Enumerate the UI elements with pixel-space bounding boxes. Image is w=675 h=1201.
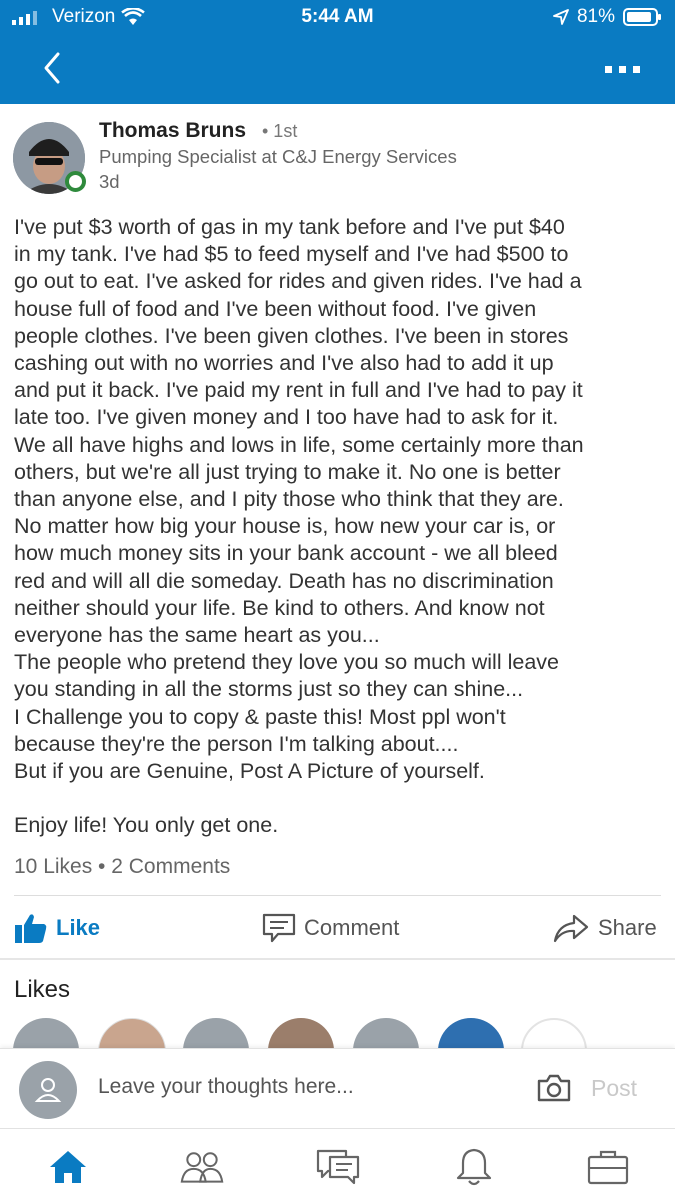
comment-button[interactable]: Comment	[262, 908, 399, 948]
share-label: Share	[598, 915, 657, 940]
post-line: Enjoy life! You only get one.	[14, 813, 279, 838]
camera-icon[interactable]	[537, 1073, 571, 1103]
liker-avatar[interactable]	[438, 1018, 504, 1048]
post-line: late too. I've given money and I too hav…	[14, 405, 559, 430]
more-likers-circle[interactable]	[521, 1018, 587, 1048]
jobs-icon[interactable]	[586, 1147, 630, 1187]
post-body: I've put $3 worth of gas in my tank befo…	[14, 214, 664, 840]
liker-avatar[interactable]	[13, 1018, 79, 1048]
post-line: The people who pretend they love you so …	[14, 650, 559, 675]
more-options-icon[interactable]	[603, 62, 643, 78]
post-line: how much money sits in your bank account…	[14, 541, 558, 566]
post-line: because they're the person I'm talking a…	[14, 731, 459, 756]
post-time: 3d	[99, 171, 120, 192]
location-icon	[553, 9, 569, 25]
post-line: I Challenge you to copy & paste this! Mo…	[14, 704, 506, 729]
connection-degree: • 1st	[262, 121, 298, 141]
liker-avatar[interactable]	[268, 1018, 334, 1048]
post-line: go out to eat. I've asked for rides and …	[14, 269, 582, 294]
thumbs-up-icon	[15, 914, 47, 943]
like-button[interactable]: Like	[14, 908, 100, 948]
messaging-icon[interactable]	[316, 1147, 360, 1187]
nav-bar	[0, 36, 675, 104]
post-line: others, but we're all just trying to mak…	[14, 459, 561, 484]
post-line: red and will all die someday. Death has …	[14, 568, 554, 593]
viewer-avatar	[19, 1061, 77, 1119]
post-line-blank	[14, 785, 664, 812]
comment-input[interactable]: Leave your thoughts here...	[98, 1075, 354, 1099]
post-line: you standing in all the storms just so t…	[14, 677, 524, 702]
author-headline: Pumping Specialist at C&J Energy Service…	[99, 146, 457, 167]
post-line: people clothes. I've been given clothes.…	[14, 323, 569, 348]
comment-icon	[262, 913, 296, 943]
like-label: Like	[56, 915, 101, 940]
post-line: in my tank. I've had $5 to feed myself a…	[14, 242, 569, 267]
divider	[14, 895, 661, 896]
post-line: No matter how big your house is, how new…	[14, 514, 556, 539]
status-right: 81%	[553, 6, 663, 28]
action-bar: Like Comment Share	[0, 900, 675, 956]
online-status-icon	[65, 171, 86, 192]
post-line: than anyone else, and I pity those who t…	[14, 487, 564, 512]
post-line: But if you are Genuine, Post A Picture o…	[14, 759, 485, 784]
comment-label: Comment	[304, 915, 400, 940]
author-name[interactable]: Thomas Bruns	[99, 119, 246, 143]
home-icon[interactable]	[46, 1147, 90, 1187]
post-line: everyone has the same heart as you...	[14, 623, 380, 648]
post-line: neither should your life. Be kind to oth…	[14, 595, 545, 620]
status-bar: Verizon 5:44 AM 81%	[0, 0, 675, 36]
post-stats[interactable]: 10 Likes • 2 Comments	[14, 855, 230, 879]
share-arrow-icon	[553, 914, 589, 943]
tab-bar	[0, 1128, 675, 1201]
liker-avatar[interactable]	[98, 1018, 166, 1048]
back-chevron-icon[interactable]	[38, 48, 68, 88]
post-line: I've put $3 worth of gas in my tank befo…	[14, 215, 565, 239]
likers-row	[0, 1018, 675, 1048]
post-line: cashing out with no worries and I've als…	[14, 351, 554, 376]
post-button[interactable]: Post	[591, 1075, 637, 1102]
post-line: and put it back. I've paid my rent in fu…	[14, 378, 583, 403]
battery-icon	[623, 8, 661, 26]
share-button[interactable]: Share	[552, 908, 657, 948]
comment-composer: Leave your thoughts here... Post	[0, 1048, 675, 1129]
person-icon	[34, 1078, 62, 1102]
my-network-icon[interactable]	[180, 1147, 224, 1187]
battery-percent: 81%	[576, 6, 615, 27]
section-separator	[0, 958, 675, 960]
likes-heading: Likes	[14, 976, 71, 1003]
liker-avatar[interactable]	[353, 1018, 419, 1048]
post-line: We all have highs and lows in life, some…	[14, 432, 584, 457]
post-line: house full of food and I've been without…	[14, 296, 537, 321]
liker-avatar[interactable]	[183, 1018, 249, 1048]
notifications-icon[interactable]	[452, 1147, 496, 1187]
